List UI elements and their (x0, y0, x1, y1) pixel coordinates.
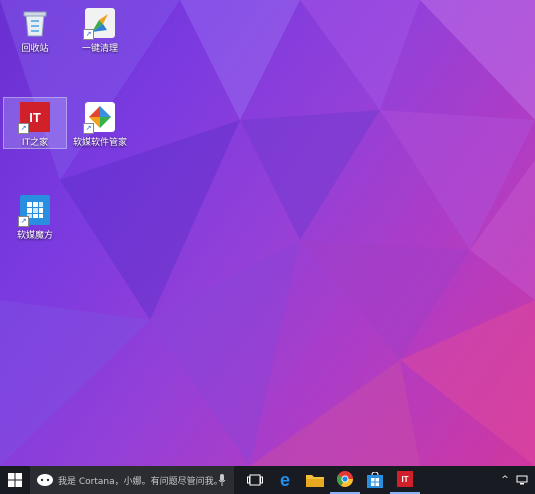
ithome-icon: IT ↗ (18, 102, 50, 134)
taskbar: 我是 Cortana，小娜。有问题尽管问我。 e IT ^ (0, 466, 535, 494)
task-view-button[interactable] (240, 466, 270, 494)
store-icon (367, 472, 383, 488)
cleanup-icon: ↗ (83, 8, 115, 40)
start-button[interactable] (0, 466, 30, 494)
software-manager-icon: ↗ (83, 102, 115, 134)
desktop-icon-label: 回收站 (21, 44, 49, 54)
microphone-icon (218, 474, 226, 486)
desktop-icon-cube[interactable]: ↗ 软媒魔方 (4, 191, 66, 251)
desktop-icon-label: IT之家 (21, 138, 49, 148)
shortcut-arrow-icon: ↗ (83, 29, 94, 40)
ithome-glyph: IT (401, 474, 409, 484)
shortcut-arrow-icon: ↗ (83, 123, 94, 134)
desktop-icon-label: 软媒软件管家 (72, 138, 127, 148)
ithome-glyph: IT (29, 109, 41, 125)
taskbar-app-edge[interactable]: e (270, 466, 300, 494)
cortana-icon (37, 474, 53, 486)
edge-icon: e (279, 469, 290, 490)
desktop-icon-label: 软媒魔方 (16, 231, 53, 241)
task-view-icon (247, 474, 263, 486)
windows-logo-icon (8, 473, 22, 487)
microphone-button[interactable] (212, 466, 232, 494)
desktop[interactable]: 回收站 ↗ 一键清理 IT ↗ IT之家 ↗ 软媒软件管家 ↗ 软媒魔方 (0, 0, 535, 466)
taskbar-app-ithome[interactable]: IT (390, 466, 420, 494)
tray-overflow-button[interactable]: ^ (497, 466, 513, 494)
desktop-icon-label: 一键清理 (81, 44, 118, 54)
desktop-icon-recycle-bin[interactable]: 回收站 (4, 4, 66, 64)
taskbar-app-store[interactable] (360, 466, 390, 494)
cube-icon: ↗ (18, 195, 50, 227)
chrome-icon (337, 471, 353, 487)
taskbar-app-file-explorer[interactable] (300, 466, 330, 494)
folder-icon (306, 475, 324, 487)
ithome-icon: IT (397, 471, 413, 487)
taskbar-app-chrome[interactable] (330, 466, 360, 494)
shortcut-arrow-icon: ↗ (18, 216, 29, 227)
shortcut-arrow-icon: ↗ (18, 123, 29, 134)
wallpaper (0, 0, 535, 466)
desktop-icon-cleanup[interactable]: ↗ 一键清理 (69, 4, 131, 64)
recycle-bin-icon (20, 8, 50, 38)
chevron-up-icon: ^ (501, 475, 509, 485)
cortana-search-box[interactable]: 我是 Cortana，小娜。有问题尽管问我。 (30, 466, 234, 494)
tray-network-button[interactable] (513, 466, 531, 494)
cortana-placeholder: 我是 Cortana，小娜。有问题尽管问我。 (58, 476, 223, 487)
desktop-icon-software-manager[interactable]: ↗ 软媒软件管家 (69, 98, 131, 158)
desktop-icon-ithome[interactable]: IT ↗ IT之家 (3, 97, 67, 149)
network-icon (516, 475, 528, 485)
